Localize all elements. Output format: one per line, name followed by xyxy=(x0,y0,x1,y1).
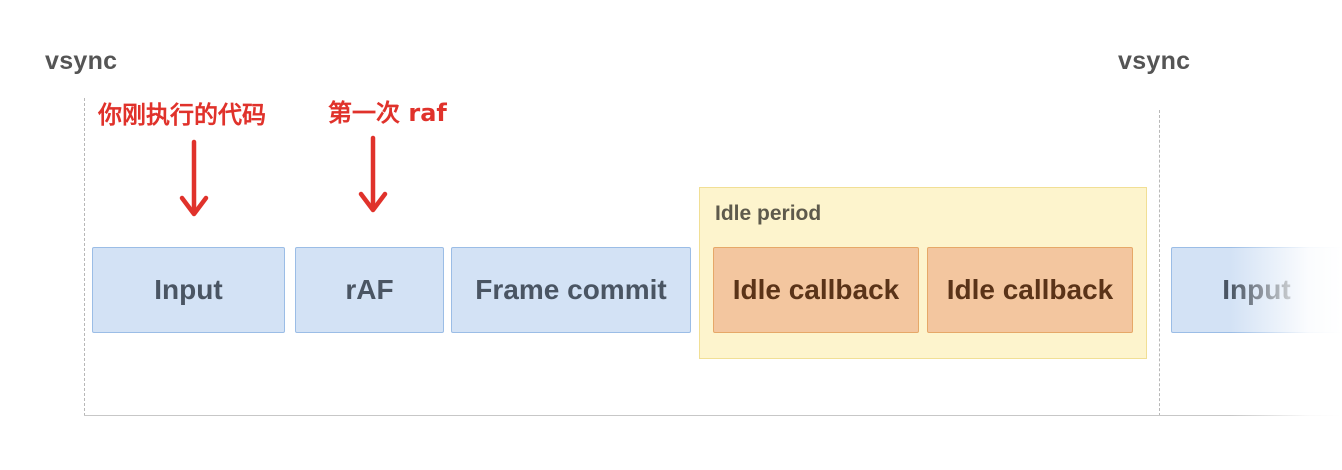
idle-period-label: Idle period xyxy=(715,202,822,225)
vsync-line-right xyxy=(1159,110,1160,416)
task-block-raf: rAF xyxy=(295,247,444,333)
annotation-current-code: 你刚执行的代码 xyxy=(98,101,266,129)
task-block-frame-commit: Frame commit xyxy=(451,247,691,333)
task-block-input: Input xyxy=(92,247,285,333)
vsync-line-left xyxy=(84,98,85,416)
timeline-baseline xyxy=(84,415,1342,416)
vsync-label-right: vsync xyxy=(1118,47,1191,75)
idle-callback-block: Idle callback xyxy=(713,247,919,333)
frame-timeline-diagram: vsync vsync 你刚执行的代码 第一次 raf Idle period … xyxy=(0,0,1342,470)
task-block-input-next: Input xyxy=(1171,247,1342,333)
arrow-down-icon xyxy=(358,135,388,213)
vsync-label-left: vsync xyxy=(45,47,118,75)
idle-callback-block: Idle callback xyxy=(927,247,1133,333)
annotation-first-raf: 第一次 raf xyxy=(328,99,447,127)
arrow-down-icon xyxy=(179,139,209,217)
